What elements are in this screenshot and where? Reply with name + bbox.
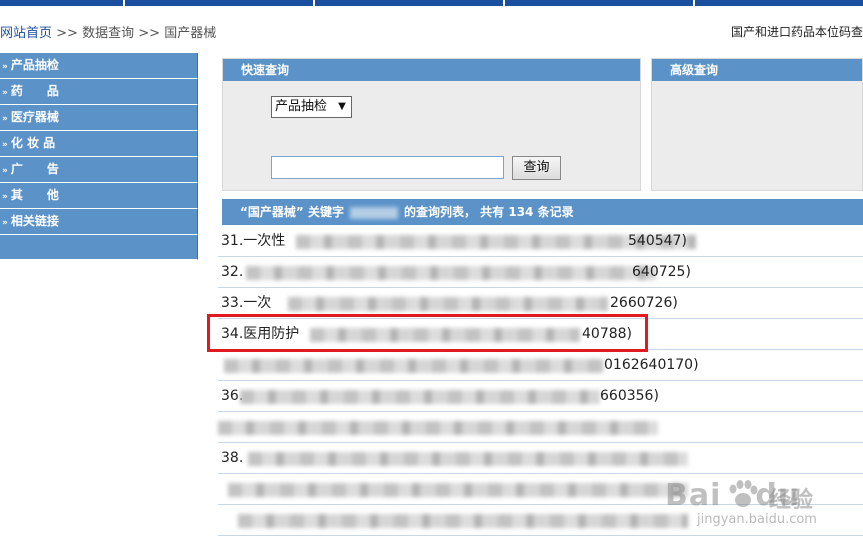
top-nav-bar [0,0,863,6]
category-select-value: 产品抽检 [275,99,328,114]
sidebar-item-label: 药 品 [10,84,59,98]
top-nav-segment[interactable] [695,0,863,6]
breadcrumb-current: 国产器械 [164,26,217,41]
chevron-right-icon: » [2,192,8,202]
top-nav-segment[interactable] [0,0,123,6]
results-header-prefix: “国产器械” 关键字 [240,205,344,219]
top-nav-segment[interactable] [125,0,313,6]
list-item-suffix[interactable]: 640725) [632,257,691,288]
search-button[interactable]: 查询 [512,156,561,180]
sidebar-item-label: 产品抽检 [10,58,59,72]
chevron-right-icon: » [2,88,8,98]
highlight-box [207,314,648,352]
list-item-prefix[interactable]: 31.一次性 [221,226,285,257]
list-item[interactable]: 0162640170) [218,350,863,381]
redacted-keyword [349,206,398,219]
redacted-text [238,514,688,528]
results-count-label: 共有 [480,205,505,219]
results-count: 134 [508,205,534,219]
list-item[interactable] [218,412,863,443]
breadcrumb-separator: >> [138,26,161,41]
chevron-right-icon: » [2,62,8,72]
list-item-suffix[interactable]: 540547) [628,226,687,257]
sidebar-item-label: 医疗器械 [10,110,59,124]
sidebar-item-label: 相关链接 [10,214,59,228]
watermark-url: jingyan.baidu.com [697,512,817,527]
list-item[interactable]: 31.一次性 540547) [218,226,863,257]
category-select[interactable]: 产品抽检 ▼ [271,96,352,118]
advanced-search-title[interactable]: 高级查询 [652,59,862,81]
redacted-text [248,452,688,466]
sidebar-item-ads[interactable]: » 广 告 [0,157,198,183]
list-item[interactable]: 36. 660356) [218,381,863,412]
redacted-text [240,390,600,404]
sidebar-empty-item [0,235,198,260]
redacted-text [228,483,688,497]
redacted-text [224,359,604,373]
results-header-mid: 的查询列表， [403,205,476,219]
breadcrumb-home-link[interactable]: 网站首页 [0,26,52,41]
list-item[interactable]: 38. [218,443,863,474]
quick-search-title: 快速查询 [223,59,640,81]
chevron-down-icon: ▼ [338,101,346,112]
list-item[interactable]: 32. 640725) [218,257,863,288]
sidebar-item-label: 广 告 [10,162,59,176]
chevron-right-icon: » [2,166,8,176]
redacted-text [288,297,608,311]
watermark-logo-text: Bai [665,478,722,513]
sidebar-item-medical-devices[interactable]: » 医疗器械 [0,105,198,131]
redacted-text [246,266,656,280]
paw-icon [729,480,758,507]
baidu-watermark: Bai du 经验 jingyan.baidu.com [665,478,855,538]
sidebar: » 产品抽检 » 药 品 » 医疗器械 » 化 妆 品 » 广 告 » 其 他 » 相关链接 [0,53,198,260]
chevron-right-icon: » [2,114,8,124]
list-item-prefix[interactable]: 32. [221,257,243,288]
sidebar-item-label: 化 妆 品 [10,136,56,150]
top-nav-segment[interactable] [315,0,503,6]
notice-link[interactable]: 国产和进口药品本位码查 [731,23,863,40]
advanced-search-panel: 高级查询 [651,58,863,191]
results-header: “国产器械” 关键字 的查询列表， 共有 134 条记录 [222,199,863,225]
sidebar-item-label: 其 他 [10,188,59,202]
watermark-cn-text: 经验 [769,488,814,513]
top-nav-segment[interactable] [505,0,693,6]
breadcrumb-data-query[interactable]: 数据查询 [82,26,134,41]
chevron-right-icon: » [2,140,8,150]
sidebar-item-other[interactable]: » 其 他 [0,183,198,209]
results-count-suffix: 条记录 [537,205,574,219]
sidebar-item-related-links[interactable]: » 相关链接 [0,209,198,235]
breadcrumb-separator: >> [56,26,78,41]
search-input[interactable] [271,156,504,179]
breadcrumb: 网站首页 >> 数据查询 >> 国产器械 [0,22,216,41]
list-item-suffix[interactable]: 660356) [600,381,659,412]
sidebar-item-drugs[interactable]: » 药 品 [0,79,198,105]
redacted-text [218,421,658,435]
chevron-right-icon: » [2,218,8,228]
list-item-prefix[interactable]: 38. [221,443,243,474]
sidebar-item-product-inspection[interactable]: » 产品抽检 [0,53,198,79]
sidebar-item-cosmetics[interactable]: » 化 妆 品 [0,131,198,157]
list-item-suffix[interactable]: 0162640170) [604,350,699,381]
